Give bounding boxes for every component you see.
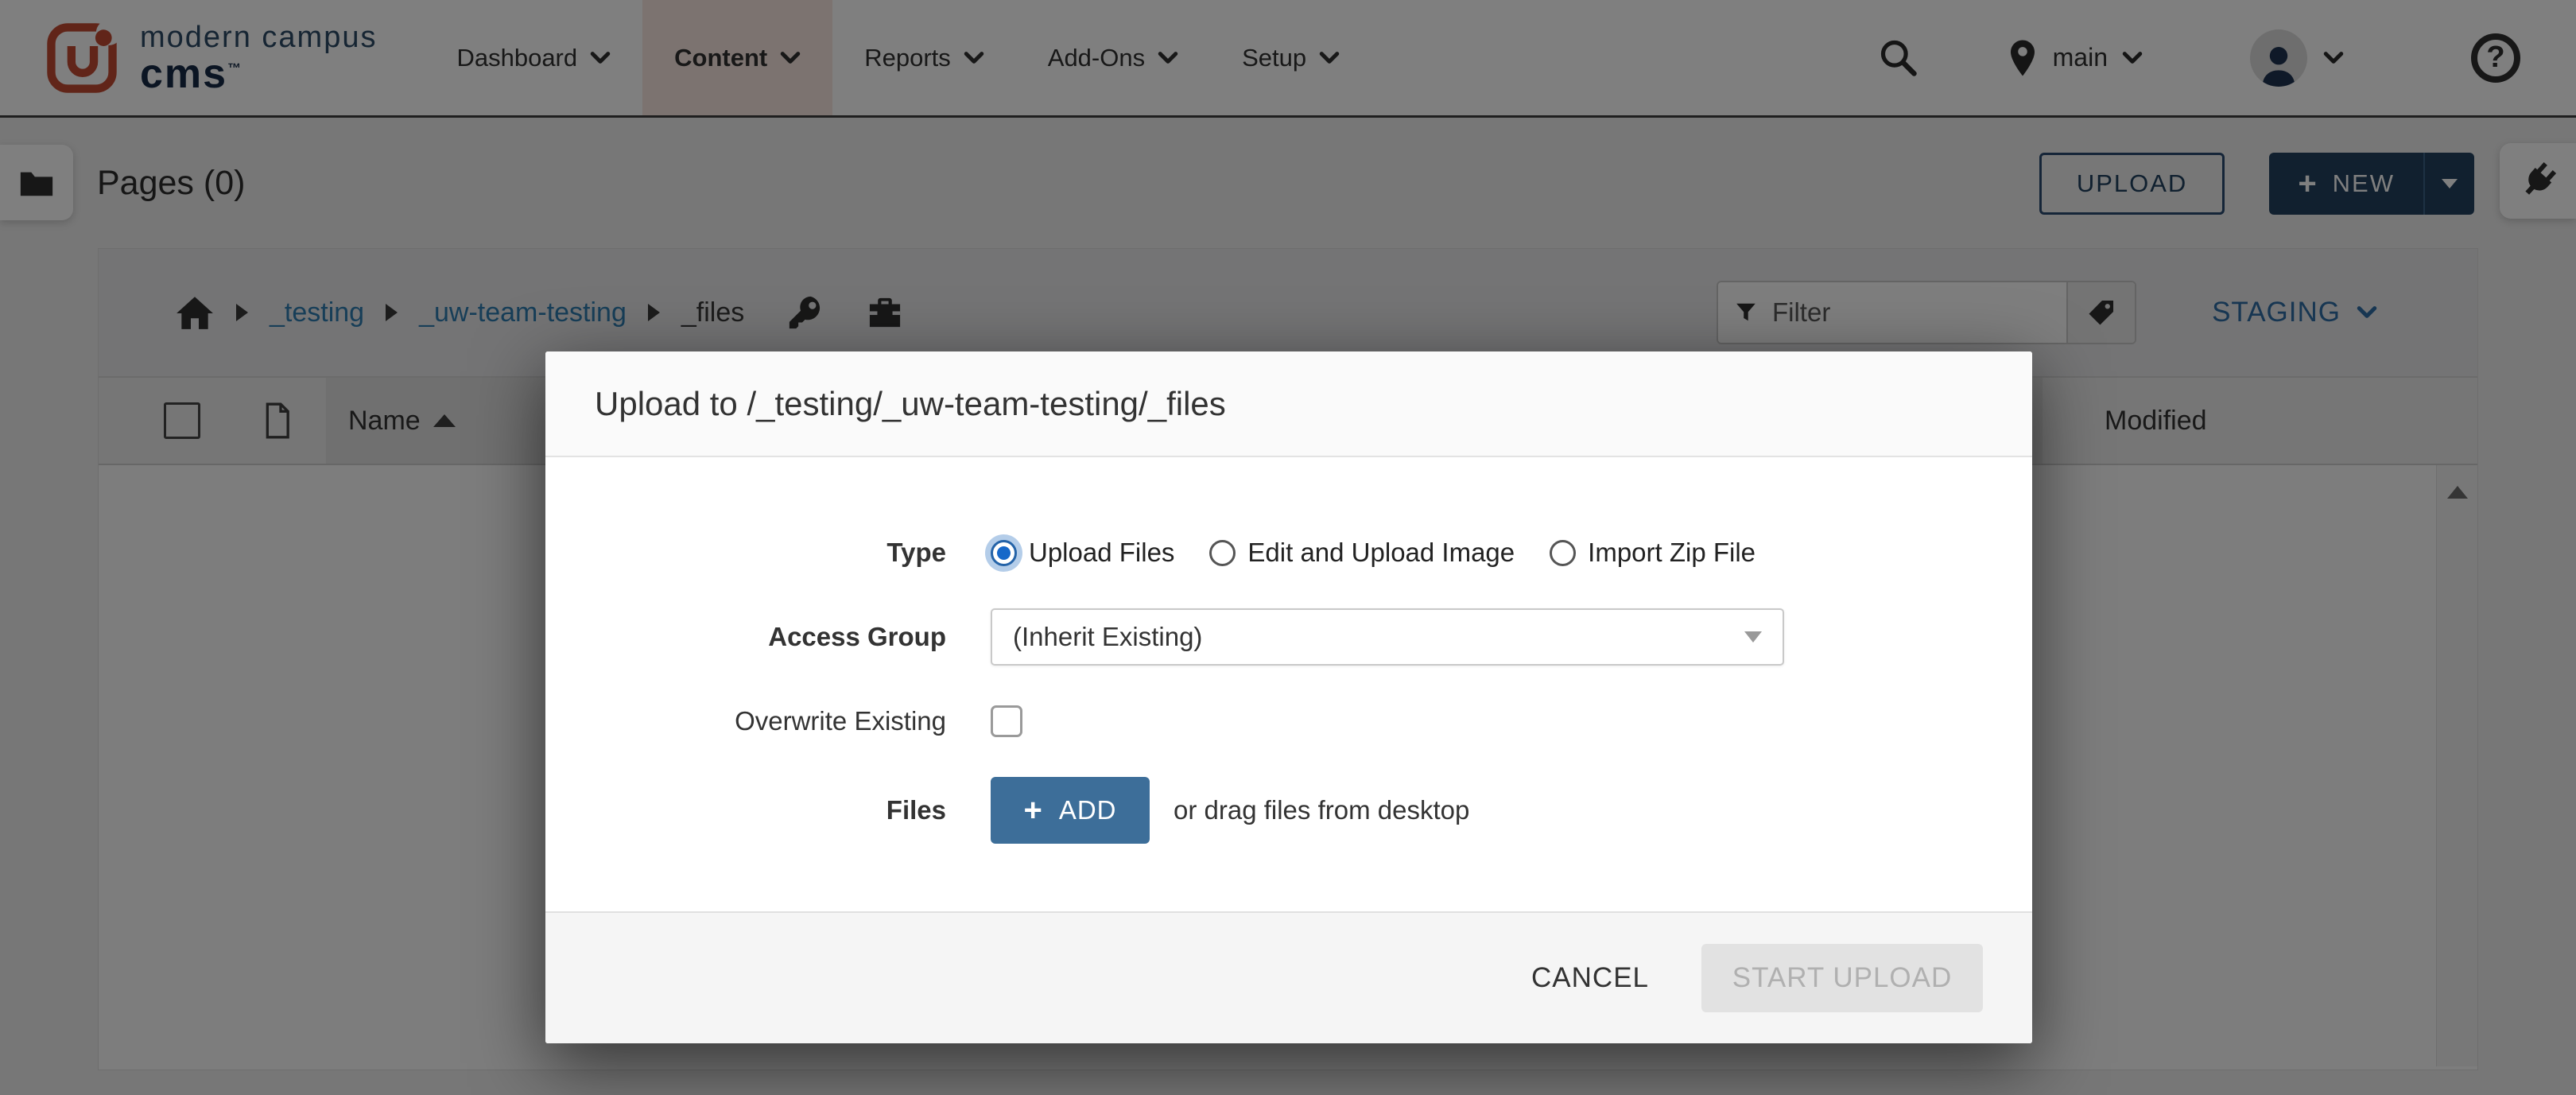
overwrite-row: Overwrite Existing [545,693,2032,750]
add-files-button[interactable]: + ADD [991,777,1150,844]
access-group-value: (Inherit Existing) [1013,622,1202,652]
radio-edit-upload-image[interactable]: Edit and Upload Image [1209,538,1515,568]
caret-down-icon [1744,631,1762,643]
upload-modal: Upload to /_testing/_uw-team-testing/_fi… [545,351,2032,1043]
start-upload-button[interactable]: START UPLOAD [1701,944,1983,1012]
cancel-button[interactable]: CANCEL [1531,962,1649,994]
drag-files-hint: or drag files from desktop [1174,795,1469,825]
radio-import-zip-label: Import Zip File [1588,538,1755,568]
type-label: Type [545,538,946,568]
radio-unselected-icon[interactable] [1209,540,1236,566]
plus-icon: + [1023,794,1042,826]
access-group-select[interactable]: (Inherit Existing) [991,608,1784,666]
radio-upload-files[interactable]: Upload Files [991,538,1174,568]
app-root: modern campus cms™ Dashboard Content Rep… [0,0,2576,1095]
radio-upload-files-label: Upload Files [1029,538,1174,568]
access-group-row: Access Group (Inherit Existing) [545,608,2032,666]
upload-type-radio-group: Upload Files Edit and Upload Image Impor… [991,538,1755,568]
files-row: Files + ADD or drag files from desktop [545,777,2032,844]
radio-import-zip[interactable]: Import Zip File [1550,538,1755,568]
files-label: Files [545,795,946,825]
radio-selected-icon[interactable] [991,540,1017,566]
modal-body: Type Upload Files Edit and Upload Image … [545,457,2032,911]
modal-footer: CANCEL START UPLOAD [545,911,2032,1043]
radio-unselected-icon[interactable] [1550,540,1576,566]
type-row: Type Upload Files Edit and Upload Image … [545,524,2032,581]
overwrite-label: Overwrite Existing [545,706,946,736]
add-button-label: ADD [1059,795,1117,825]
modal-title: Upload to /_testing/_uw-team-testing/_fi… [545,351,2032,457]
radio-edit-upload-image-label: Edit and Upload Image [1247,538,1515,568]
overwrite-checkbox[interactable] [991,705,1022,737]
access-group-label: Access Group [545,622,946,652]
